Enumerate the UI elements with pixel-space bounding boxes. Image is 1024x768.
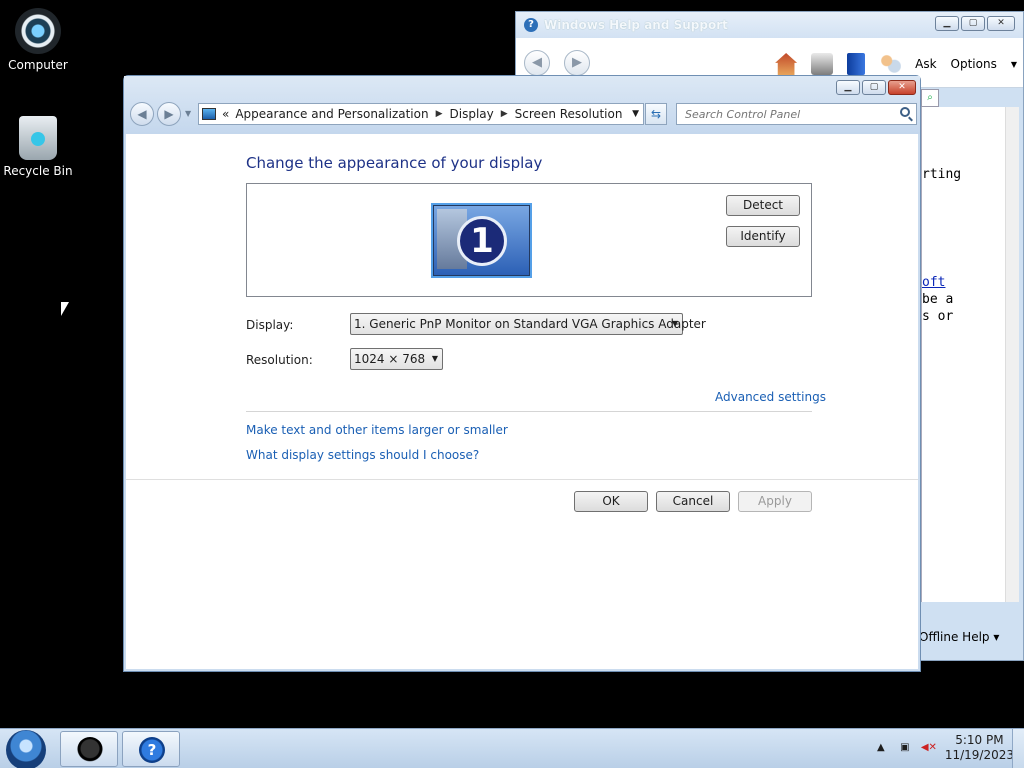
advanced-settings-link[interactable]: Advanced settings [715, 390, 826, 404]
close-button[interactable]: ✕ [888, 80, 916, 95]
desktop-icon-computer[interactable]: Computer [0, 8, 76, 72]
scrollbar[interactable] [1005, 107, 1019, 602]
identify-button[interactable]: Identify [726, 226, 800, 247]
chevron-down-icon: ▼ [1010, 59, 1017, 69]
help-text-line: s or [922, 309, 954, 324]
recent-pages-chevron-icon[interactable]: ▼ [185, 109, 191, 118]
monitor-1-icon[interactable]: 1 [431, 203, 532, 278]
resolution-select-value: 1024 × 768 [354, 352, 426, 366]
screen-resolution-window: ▁ ▢ ✕ ◀ ▶ ▼ « Appearance and Personaliza… [123, 75, 921, 672]
breadcrumb-item[interactable]: Appearance and Personalization [235, 107, 428, 121]
mouse-cursor-icon [61, 302, 69, 316]
desktop-icon-label: Recycle Bin [3, 164, 73, 178]
search-icon[interactable]: ⌕ [921, 89, 939, 107]
control-panel-icon [202, 108, 216, 120]
text-size-link[interactable]: Make text and other items larger or smal… [246, 423, 508, 437]
breadcrumb-overflow-icon[interactable]: « [222, 107, 229, 121]
clock-date: 11/19/2023 [944, 748, 1014, 762]
desktop-icon-recycle-bin[interactable]: Recycle Bin [0, 116, 76, 178]
home-icon[interactable] [775, 53, 798, 75]
clock[interactable]: 5:10 PM 11/19/2023 [945, 733, 1014, 763]
display-label: Display: [246, 318, 294, 332]
page-title: Change the appearance of your display [246, 154, 543, 172]
search-icon[interactable] [900, 107, 910, 117]
help-icon: ? [139, 737, 165, 763]
breadcrumb-item[interactable]: Screen Resolution [515, 107, 623, 121]
window-titlebar[interactable]: ▁ ▢ ✕ ◀ ▶ ▼ « Appearance and Personaliza… [124, 76, 920, 134]
breadcrumb-separator-icon[interactable]: ▶ [501, 109, 508, 119]
ok-button[interactable]: OK [574, 491, 648, 512]
taskbar-app-button[interactable] [60, 731, 118, 767]
refresh-button[interactable]: ⇆ [645, 103, 667, 125]
resolution-select[interactable]: 1024 × 768 ▼ [350, 348, 443, 370]
show-desktop-button[interactable] [1012, 729, 1024, 768]
show-hidden-icons-icon[interactable]: ▲ [873, 741, 889, 755]
taskbar-help-button[interactable]: ? [122, 731, 180, 767]
recycle-bin-icon [19, 116, 57, 160]
display-help-link[interactable]: What display settings should I choose? [246, 448, 479, 462]
resolution-label: Resolution: [246, 353, 313, 367]
clock-time: 5:10 PM [955, 733, 1004, 747]
maximize-button[interactable]: ▢ [961, 16, 985, 31]
help-text-line: be a [922, 292, 954, 307]
forward-button[interactable]: ▶ [564, 50, 590, 76]
forward-button[interactable]: ▶ [157, 102, 181, 126]
desktop-icon-label: Computer [8, 58, 68, 72]
help-titlebar[interactable]: ? Windows Help and Support ▁ ▢ ✕ [516, 12, 1023, 38]
help-text-line: rting [922, 167, 962, 182]
options-button[interactable]: Options [951, 57, 997, 71]
app-hat-icon [77, 737, 103, 763]
search-box[interactable] [676, 103, 917, 125]
detect-button[interactable]: Detect [726, 195, 800, 216]
taskbar: ? ▲ ▣ ◀✕ 5:10 PM 11/19/2023 [0, 728, 1024, 768]
ask-icon[interactable] [879, 53, 902, 75]
browse-help-icon[interactable] [847, 53, 866, 75]
start-button[interactable] [6, 730, 46, 768]
display-select-value: 1. Generic PnP Monitor on Standard VGA G… [354, 317, 706, 331]
close-button[interactable]: ✕ [987, 16, 1015, 31]
back-button[interactable]: ◀ [130, 102, 154, 126]
chevron-down-icon: ▼ [431, 354, 438, 363]
chevron-down-icon: ▼ [671, 319, 678, 328]
cancel-button[interactable]: Cancel [656, 491, 730, 512]
system-tray: ▲ ▣ ◀✕ 5:10 PM 11/19/2023 [873, 733, 1014, 763]
search-input[interactable] [677, 104, 887, 124]
offline-help-button[interactable]: Offline Help ▾ [919, 630, 999, 644]
address-bar[interactable]: « Appearance and Personalization ▶ Displ… [198, 103, 644, 125]
display-select[interactable]: 1. Generic PnP Monitor on Standard VGA G… [350, 313, 706, 335]
minimize-button[interactable]: ▁ [836, 80, 860, 95]
breadcrumb-separator-icon[interactable]: ▶ [436, 109, 443, 119]
minimize-button[interactable]: ▁ [935, 16, 959, 31]
breadcrumb-item[interactable]: Display [450, 107, 494, 121]
network-icon[interactable]: ▣ [897, 741, 913, 755]
computer-icon [15, 8, 61, 54]
divider [246, 411, 812, 412]
help-window-title: Windows Help and Support [544, 18, 728, 32]
volume-muted-icon[interactable]: ◀✕ [921, 741, 937, 755]
help-link[interactable]: oft [922, 275, 945, 290]
monitor-number: 1 [457, 216, 507, 266]
maximize-button[interactable]: ▢ [862, 80, 886, 95]
help-icon: ? [524, 18, 538, 32]
apply-button[interactable]: Apply [738, 491, 812, 512]
help-content: rting oft be a s or [921, 107, 1019, 602]
back-button[interactable]: ◀ [524, 50, 550, 76]
print-icon[interactable] [811, 53, 834, 75]
divider [126, 479, 918, 480]
ask-button[interactable]: Ask [915, 57, 936, 71]
monitor-preview-box: 1 Detect Identify [246, 183, 812, 297]
address-dropdown-icon[interactable]: ▼ [632, 109, 639, 119]
main-content: Change the appearance of your display 1 … [126, 134, 918, 669]
